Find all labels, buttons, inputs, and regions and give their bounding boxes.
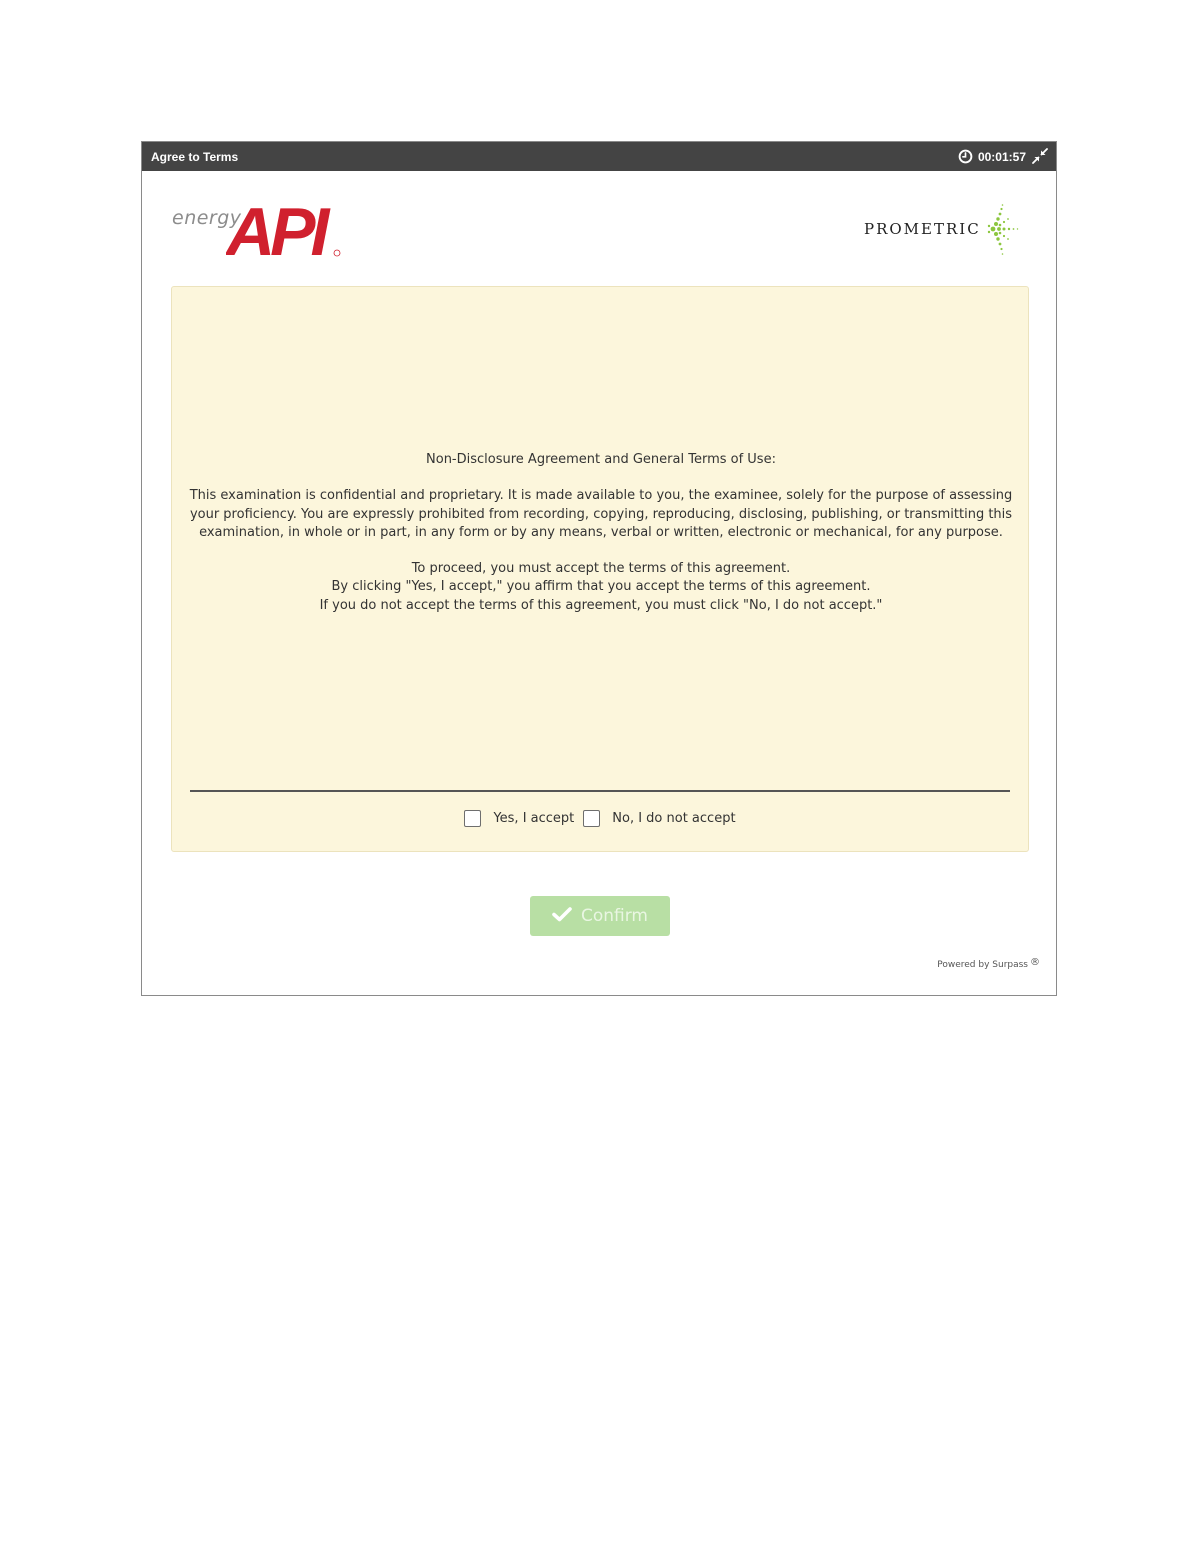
exam-timer: 00:01:57 [958, 149, 1026, 164]
accept-label[interactable]: Yes, I accept [493, 811, 574, 826]
window-title: Agree to Terms [151, 150, 239, 164]
registered-mark: ® [1030, 957, 1040, 968]
powered-by-footer: Powered by Surpass ® [937, 957, 1040, 970]
terms-body: This examination is confidential and pro… [189, 488, 1013, 540]
agree-to-terms-window: Agree to Terms 00:01:57 energy API PROME… [141, 141, 1057, 996]
checkmark-icon [552, 906, 572, 927]
decline-option[interactable]: No, I do not accept [583, 810, 736, 827]
clock-icon [958, 149, 973, 164]
prometric-logo-text: PROMETRIC [864, 220, 981, 238]
terms-instruction-decline: If you do not accept the terms of this a… [319, 597, 883, 613]
terms-heading: Non-Disclosure Agreement and General Ter… [426, 452, 776, 467]
terms-panel: Non-Disclosure Agreement and General Ter… [171, 286, 1029, 852]
timer-value: 00:01:57 [977, 149, 1026, 164]
powered-by-text: Powered by Surpass [937, 960, 1028, 970]
accept-option[interactable]: Yes, I accept [464, 810, 574, 827]
accept-choices: Yes, I accept No, I do not accept [172, 810, 1028, 827]
api-logo: energy API [172, 200, 342, 262]
terms-instruction-accept: By clicking "Yes, I accept," you affirm … [331, 579, 871, 595]
accept-checkbox[interactable] [464, 810, 482, 827]
title-bar: Agree to Terms 00:01:57 [142, 142, 1056, 171]
confirm-label: Confirm [580, 906, 648, 926]
decline-label[interactable]: No, I do not accept [612, 811, 735, 826]
confirm-button[interactable]: Confirm [530, 896, 670, 936]
terms-instruction-proceed: To proceed, you must accept the terms of… [411, 561, 791, 577]
api-logo-letters: API [226, 201, 331, 259]
prometric-logo: PROMETRIC [862, 202, 1032, 260]
terms-text: Non-Disclosure Agreement and General Ter… [188, 451, 1014, 615]
api-logo-mark: API [226, 201, 341, 259]
prometric-star-icon [987, 204, 1019, 255]
decline-checkbox[interactable] [583, 810, 601, 827]
shrink-icon[interactable] [1032, 148, 1048, 164]
terms-divider [190, 790, 1010, 792]
